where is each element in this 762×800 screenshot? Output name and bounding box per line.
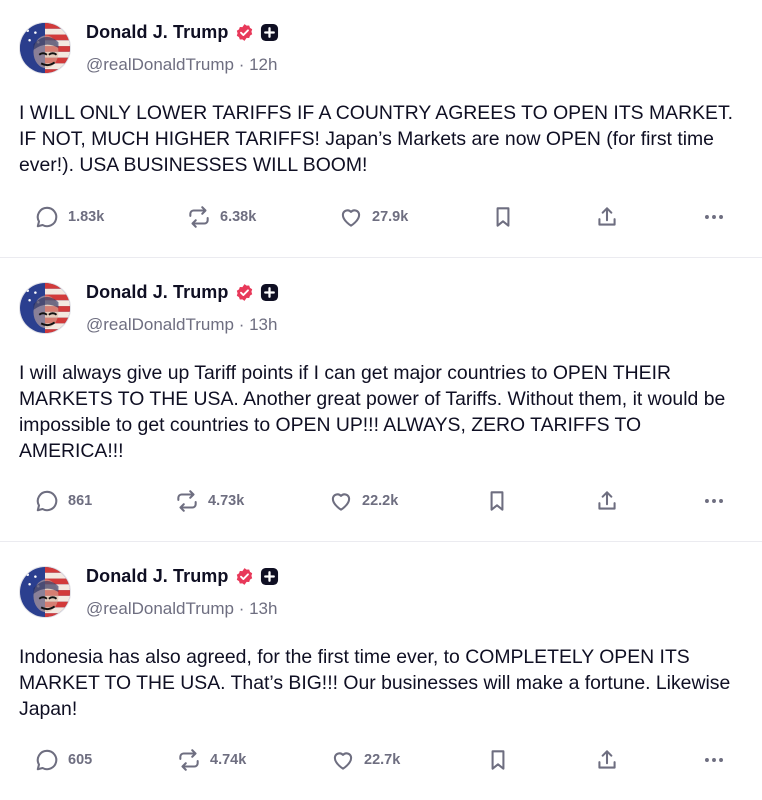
action-bar: 605 4.74k 22.7k bbox=[0, 745, 762, 775]
reply-icon bbox=[36, 206, 58, 228]
more-button[interactable] bbox=[700, 745, 728, 775]
reply-button[interactable]: 861 bbox=[34, 486, 92, 516]
repost-count: 4.73k bbox=[208, 493, 245, 509]
post-feed: Donald J. Trump @realDonaldTrump · 12h I… bbox=[0, 0, 762, 800]
post-text: Indonesia has also agreed, for the first… bbox=[19, 646, 731, 720]
heart-icon bbox=[331, 493, 351, 511]
repost-icon bbox=[179, 749, 199, 771]
action-bar: 861 4.73k 22.2k bbox=[0, 486, 762, 516]
author-row: Donald J. Trump bbox=[86, 566, 279, 587]
share-button[interactable] bbox=[594, 745, 620, 775]
handle-row: @realDonaldTrump · 12h bbox=[86, 55, 277, 75]
avatar-image bbox=[20, 23, 70, 73]
handle[interactable]: @realDonaldTrump bbox=[86, 599, 234, 618]
handle[interactable]: @realDonaldTrump bbox=[86, 55, 234, 74]
post[interactable]: Donald J. Trump @realDonaldTrump · 13h I… bbox=[0, 258, 762, 542]
reply-count: 861 bbox=[68, 493, 93, 509]
bookmark-icon bbox=[496, 207, 510, 227]
more-button[interactable] bbox=[700, 486, 728, 516]
timestamp[interactable]: 13h bbox=[249, 315, 277, 334]
avatar[interactable] bbox=[19, 22, 71, 74]
handle-row: @realDonaldTrump · 13h bbox=[86, 599, 277, 619]
repost-count: 4.74k bbox=[210, 752, 247, 768]
repost-button[interactable]: 4.74k bbox=[176, 745, 246, 775]
heart-icon bbox=[333, 752, 353, 770]
reply-icon bbox=[36, 490, 58, 512]
timestamp[interactable]: 13h bbox=[249, 599, 277, 618]
more-icon bbox=[705, 215, 723, 219]
avatar-image bbox=[20, 283, 70, 333]
heart-icon bbox=[341, 209, 361, 227]
handle[interactable]: @realDonaldTrump bbox=[86, 315, 234, 334]
repost-icon bbox=[177, 490, 197, 512]
more-button[interactable] bbox=[700, 202, 728, 232]
share-button[interactable] bbox=[594, 202, 620, 232]
plus-badge-icon bbox=[260, 567, 279, 586]
meta-separator: · bbox=[233, 315, 250, 334]
author-row: Donald J. Trump bbox=[86, 282, 279, 303]
more-icon bbox=[705, 758, 723, 762]
share-icon bbox=[598, 207, 616, 226]
display-name[interactable]: Donald J. Trump bbox=[86, 566, 229, 587]
timestamp[interactable]: 12h bbox=[249, 55, 277, 74]
like-button[interactable]: 22.7k bbox=[330, 745, 400, 775]
reply-button[interactable]: 605 bbox=[34, 745, 92, 775]
display-name[interactable]: Donald J. Trump bbox=[86, 282, 229, 303]
reply-count: 1.83k bbox=[68, 209, 105, 225]
repost-count: 6.38k bbox=[220, 209, 257, 225]
like-button[interactable]: 27.9k bbox=[338, 202, 408, 232]
share-icon bbox=[598, 491, 616, 510]
verified-badge-icon bbox=[235, 567, 254, 586]
action-bar: 1.83k 6.38k 27.9k bbox=[0, 202, 762, 232]
meta-separator: · bbox=[233, 55, 250, 74]
verified-badge-icon bbox=[235, 23, 254, 42]
avatar[interactable] bbox=[19, 282, 71, 334]
bookmark-button[interactable] bbox=[484, 486, 510, 516]
post[interactable]: Donald J. Trump @realDonaldTrump · 12h I… bbox=[0, 0, 762, 258]
share-icon bbox=[598, 750, 616, 769]
reply-icon bbox=[36, 749, 58, 771]
bookmark-button[interactable] bbox=[485, 745, 511, 775]
handle-row: @realDonaldTrump · 13h bbox=[86, 315, 277, 335]
meta-separator: · bbox=[233, 599, 250, 618]
like-count: 27.9k bbox=[372, 209, 409, 225]
like-count: 22.2k bbox=[362, 493, 399, 509]
avatar-image bbox=[20, 567, 70, 617]
repost-button[interactable]: 4.73k bbox=[174, 486, 244, 516]
avatar[interactable] bbox=[19, 566, 71, 618]
repost-icon bbox=[189, 206, 209, 228]
bookmark-icon bbox=[491, 750, 505, 770]
verified-badge-icon bbox=[235, 283, 254, 302]
bookmark-button[interactable] bbox=[490, 202, 516, 232]
more-icon bbox=[705, 499, 723, 503]
reply-count: 605 bbox=[68, 752, 93, 768]
author-row: Donald J. Trump bbox=[86, 22, 279, 43]
plus-badge-icon bbox=[260, 283, 279, 302]
like-button[interactable]: 22.2k bbox=[328, 486, 398, 516]
post-text: I will always give up Tariff points if I… bbox=[19, 362, 726, 462]
post-text: I WILL ONLY LOWER TARIFFS IF A COUNTRY A… bbox=[19, 102, 734, 176]
bookmark-icon bbox=[490, 491, 504, 511]
reply-button[interactable]: 1.83k bbox=[34, 202, 104, 232]
post[interactable]: Donald J. Trump @realDonaldTrump · 13h I… bbox=[0, 542, 762, 800]
repost-button[interactable]: 6.38k bbox=[186, 202, 256, 232]
share-button[interactable] bbox=[594, 486, 620, 516]
like-count: 22.7k bbox=[364, 752, 401, 768]
plus-badge-icon bbox=[260, 23, 279, 42]
display-name[interactable]: Donald J. Trump bbox=[86, 22, 229, 43]
